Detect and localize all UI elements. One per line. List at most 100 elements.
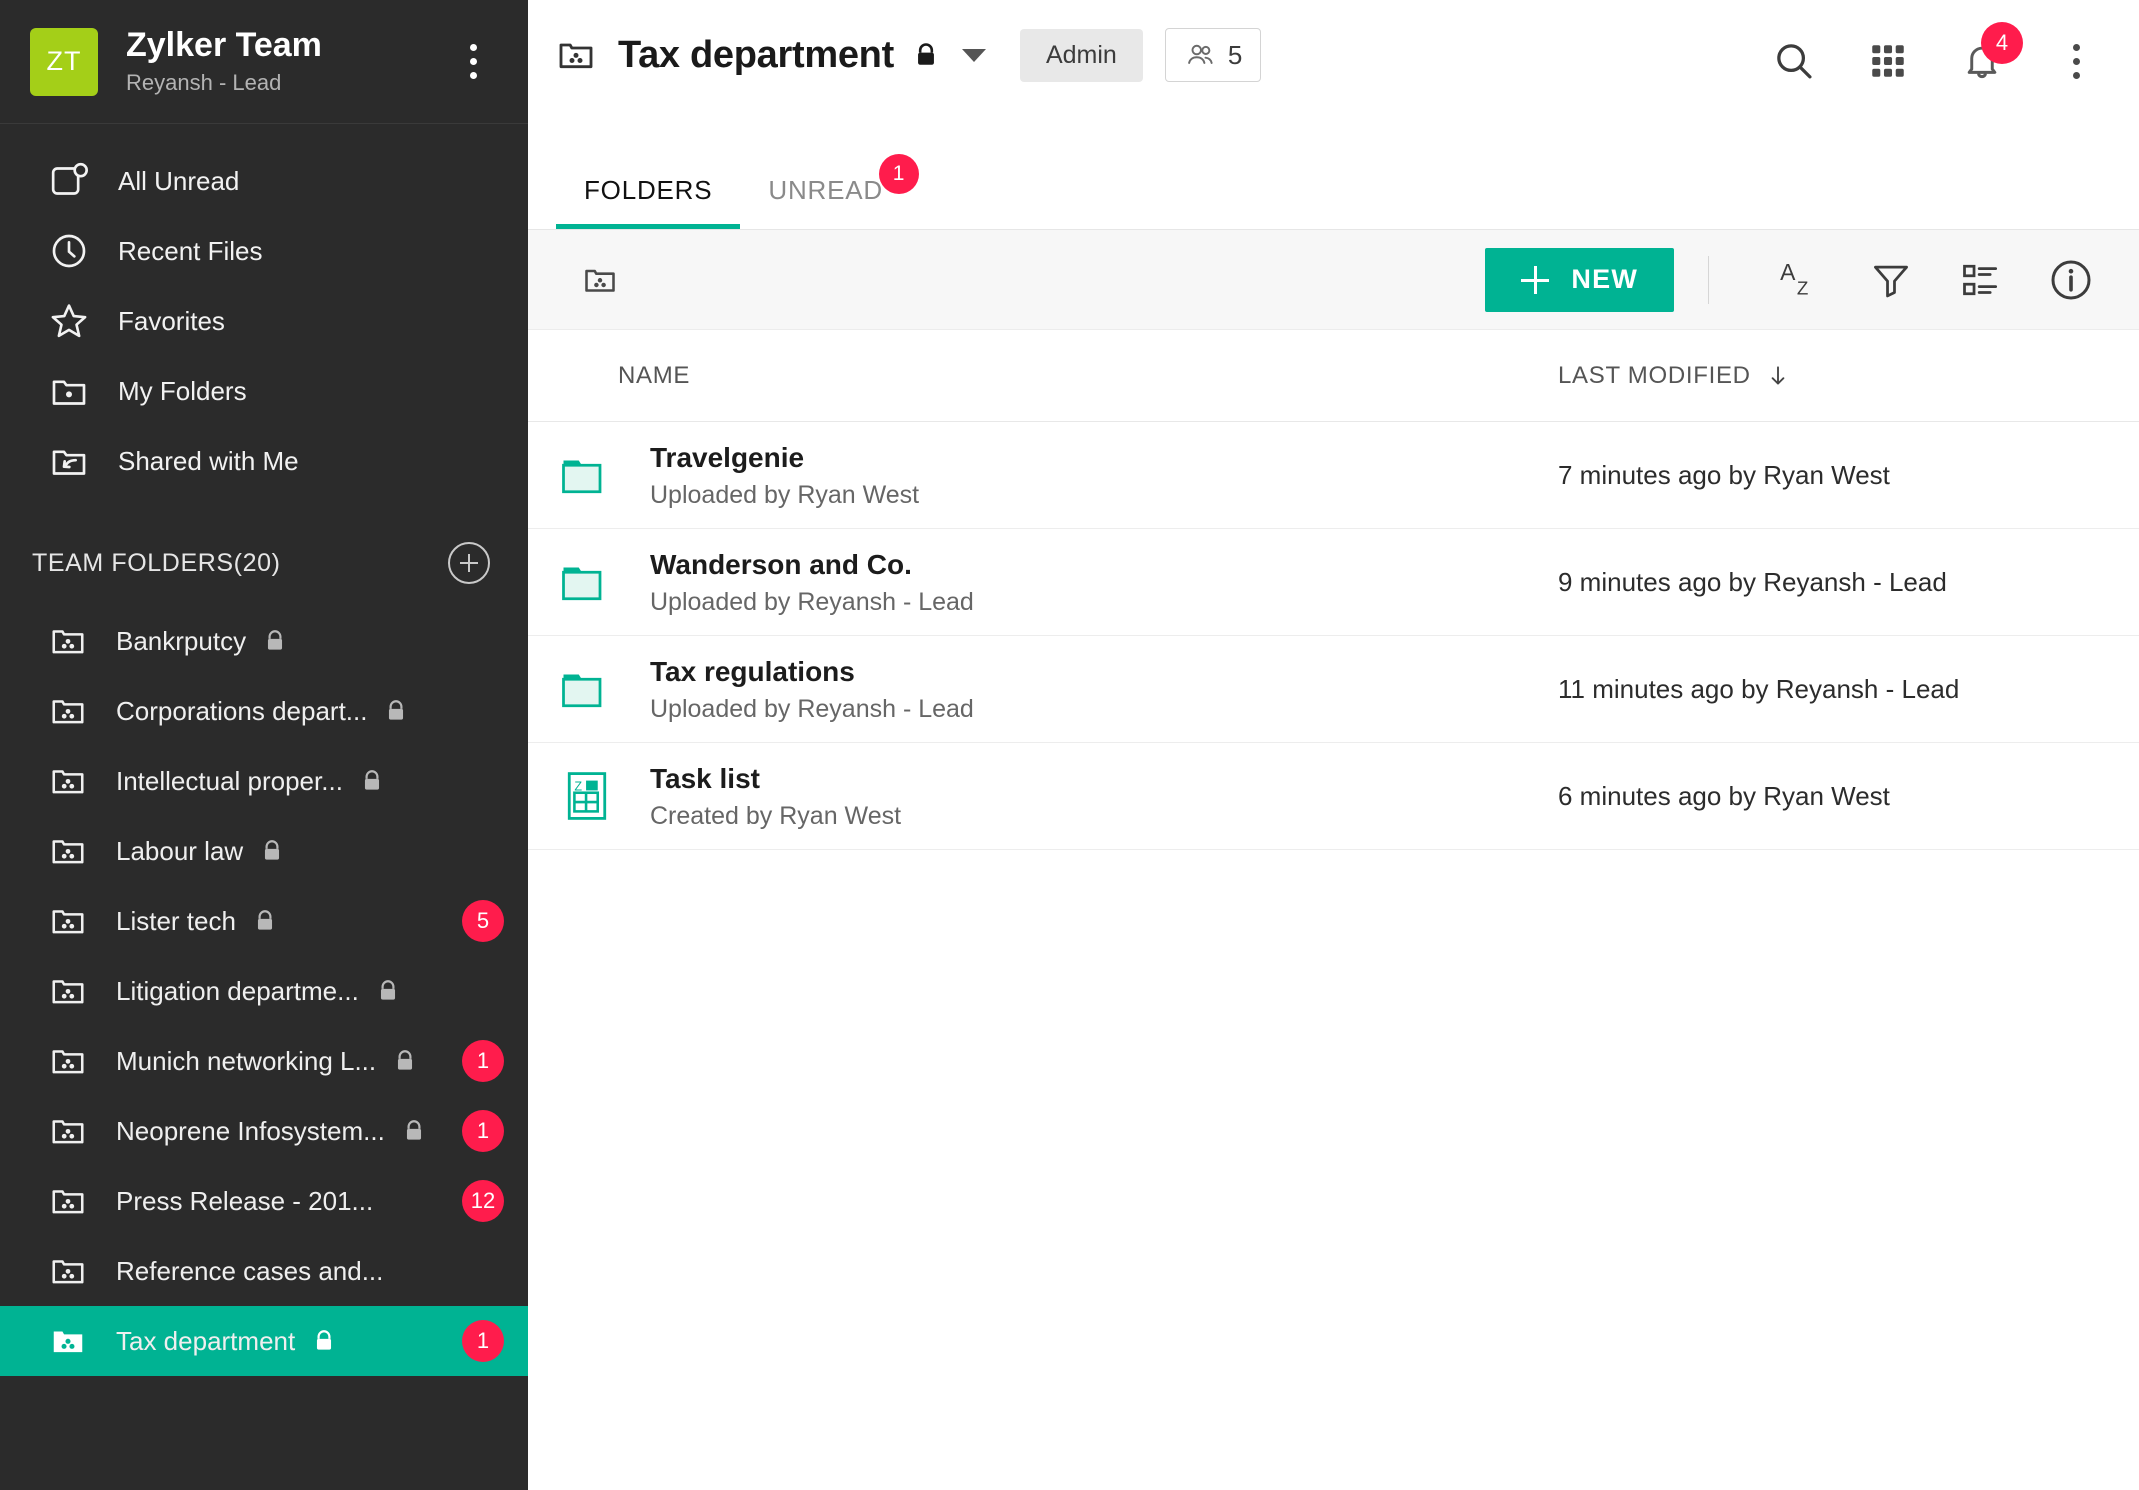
table-header: NAME LAST MODIFIED [528, 330, 2139, 422]
kebab-dot [2073, 72, 2080, 79]
sidebar-folder-label: Lister tech [116, 906, 236, 937]
sidebar-item-recent-files[interactable]: Recent Files [0, 216, 528, 286]
team-folder-icon [582, 262, 618, 298]
table-row[interactable]: Wanderson and Co. Uploaded by Reyansh - … [528, 529, 2139, 636]
sidebar-folder-bankrputcy[interactable]: Bankrputcy [0, 606, 528, 676]
plus-circle-icon[interactable] [448, 542, 490, 584]
table-row[interactable]: Tax regulations Uploaded by Reyansh - Le… [528, 636, 2139, 743]
sheet-icon: Z [556, 765, 618, 827]
folder-icon [556, 444, 618, 506]
sort-az-icon[interactable]: A Z [1769, 248, 1833, 312]
clock-icon [48, 230, 90, 272]
sidebar-folder-corporations-department[interactable]: Corporations depart... [0, 676, 528, 746]
sidebar-item-my-folders[interactable]: My Folders [0, 356, 528, 426]
kebab-dot [470, 58, 477, 65]
sidebar-folder-labour-law[interactable]: Labour law [0, 816, 528, 886]
arrow-down-icon [1765, 363, 1791, 389]
table-row[interactable]: Z Task list Created by Ryan West 6 minut… [528, 743, 2139, 850]
folder-icon [556, 658, 618, 720]
team-avatar: ZT [30, 28, 98, 96]
sidebar-folder-lister-tech[interactable]: Lister tech 5 [0, 886, 528, 956]
kebab-menu-icon[interactable] [2049, 34, 2103, 88]
tab-folders[interactable]: FOLDERS [556, 152, 740, 229]
lock-icon [392, 1048, 418, 1074]
sidebar-folder-munich-networking[interactable]: Munich networking L... 1 [0, 1026, 528, 1096]
kebab-dot [2073, 44, 2080, 51]
tab-unread[interactable]: UNREAD 1 [740, 152, 911, 229]
sidebar-item-all-unread[interactable]: All Unread [0, 146, 528, 216]
column-header-last-modified[interactable]: LAST MODIFIED [1558, 362, 1791, 390]
admin-badge[interactable]: Admin [1020, 29, 1143, 82]
content-toolbar: NEW A Z [528, 230, 2139, 330]
row-text: Task list Created by Ryan West [650, 761, 901, 831]
search-icon[interactable] [1767, 34, 1821, 88]
unread-badge: 12 [462, 1180, 504, 1222]
kebab-dot [2073, 58, 2080, 65]
team-meta: Zylker Team Reyansh - Lead [126, 27, 448, 95]
row-subtitle: Uploaded by Reyansh - Lead [650, 695, 974, 724]
plus-icon [1521, 266, 1549, 294]
sidebar-folder-press-release[interactable]: Press Release - 201... 12 [0, 1166, 528, 1236]
sidebar-item-favorites[interactable]: Favorites [0, 286, 528, 356]
sidebar-folder-label: Neoprene Infosystem... [116, 1116, 385, 1147]
grid-apps-icon[interactable] [1861, 34, 1915, 88]
team-folders-section-header: TEAM FOLDERS(20) [0, 506, 528, 606]
folder-share-icon [48, 440, 90, 482]
top-header: Tax department Admin 5 [528, 0, 2139, 152]
chevron-down-icon[interactable] [962, 49, 986, 62]
lock-icon [912, 41, 940, 69]
members-icon [1184, 38, 1218, 72]
primary-nav: All Unread Recent Files Favorites [0, 124, 528, 506]
new-button[interactable]: NEW [1485, 248, 1674, 312]
sidebar-item-label: My Folders [118, 376, 247, 407]
column-header-name[interactable]: NAME [528, 362, 1558, 390]
sidebar-folder-intellectual-property[interactable]: Intellectual proper... [0, 746, 528, 816]
team-folder-icon [48, 761, 88, 801]
sidebar-item-label: All Unread [118, 166, 239, 197]
sidebar-folder-tax-department[interactable]: Tax department 1 [0, 1306, 528, 1376]
file-list: Travelgenie Uploaded by Ryan West 7 minu… [528, 422, 2139, 1490]
sidebar-folder-reference-cases[interactable]: Reference cases and... [0, 1236, 528, 1306]
members-count-chip[interactable]: 5 [1165, 28, 1261, 82]
toolbar-breadcrumb[interactable] [556, 262, 618, 298]
sidebar-folder-label: Intellectual proper... [116, 766, 343, 797]
lock-icon [401, 1118, 427, 1144]
filter-funnel-icon[interactable] [1859, 248, 1923, 312]
new-button-label: NEW [1571, 264, 1638, 295]
row-last-modified: 7 minutes ago by Ryan West [1558, 460, 1890, 491]
team-header: ZT Zylker Team Reyansh - Lead [0, 0, 528, 124]
sidebar-folder-litigation-department[interactable]: Litigation departme... [0, 956, 528, 1026]
tab-label: FOLDERS [584, 175, 712, 206]
row-title: Wanderson and Co. [650, 547, 974, 582]
team-role: Reyansh - Lead [126, 70, 448, 96]
row-subtitle: Created by Ryan West [650, 802, 901, 831]
team-folder-icon [48, 971, 88, 1011]
folder-icon [556, 551, 618, 613]
unread-badge: 1 [462, 1040, 504, 1082]
sidebar-item-shared-with-me[interactable]: Shared with Me [0, 426, 528, 496]
sidebar-folder-label: Tax department [116, 1326, 295, 1357]
row-title: Travelgenie [650, 440, 919, 475]
table-row[interactable]: Travelgenie Uploaded by Ryan West 7 minu… [528, 422, 2139, 529]
row-last-modified: 9 minutes ago by Reyansh - Lead [1558, 567, 1947, 598]
row-name-cell: Z Task list Created by Ryan West [528, 761, 1558, 831]
sidebar-folder-label: Press Release - 201... [116, 1186, 373, 1217]
svg-text:Z: Z [1797, 277, 1808, 298]
sidebar-folder-label: Bankrputcy [116, 626, 246, 657]
sidebar-item-label: Recent Files [118, 236, 263, 267]
header-title-group: Tax department Admin 5 [556, 22, 1261, 82]
sidebar-folder-label: Labour law [116, 836, 243, 867]
sidebar: ZT Zylker Team Reyansh - Lead All Un [0, 0, 528, 1490]
kebab-menu-icon[interactable] [448, 32, 498, 92]
list-view-icon[interactable] [1949, 248, 2013, 312]
unread-badge: 1 [462, 1320, 504, 1362]
row-text: Tax regulations Uploaded by Reyansh - Le… [650, 654, 974, 724]
info-circle-icon[interactable] [2039, 248, 2103, 312]
sidebar-folder-neoprene-infosystems[interactable]: Neoprene Infosystem... 1 [0, 1096, 528, 1166]
toolbar-divider [1708, 256, 1709, 304]
bell-icon[interactable]: 4 [1955, 34, 2009, 88]
row-text: Wanderson and Co. Uploaded by Reyansh - … [650, 547, 974, 617]
team-folder-icon [48, 621, 88, 661]
kebab-dot [470, 44, 477, 51]
unread-badge: 5 [462, 900, 504, 942]
